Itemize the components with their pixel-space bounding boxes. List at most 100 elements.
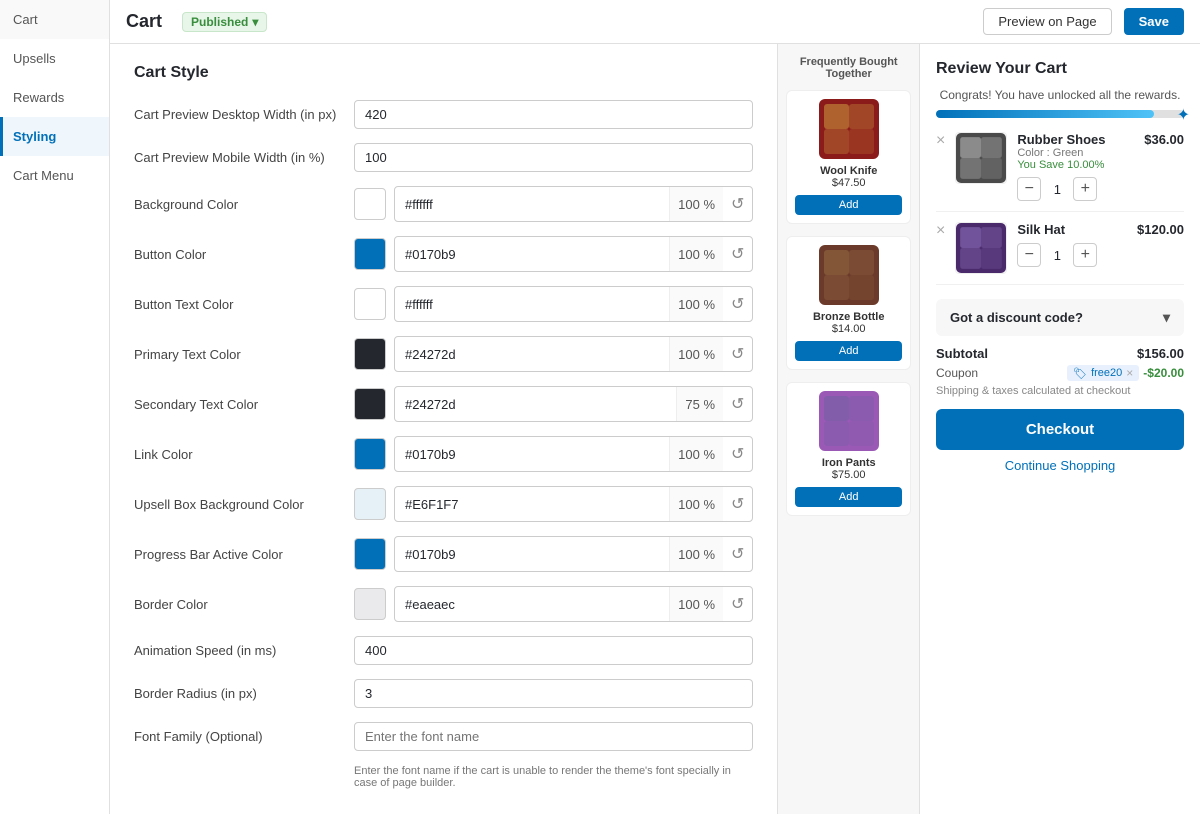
color-hex-progress-bar-color[interactable] <box>395 541 669 568</box>
color-swatch-button-color[interactable] <box>354 238 386 270</box>
sidebar: CartUpsellsRewardsStylingCart Menu <box>0 0 110 814</box>
sidebar-item-cart[interactable]: Cart <box>0 0 109 39</box>
color-pct-progress-bar-color: 100 % <box>669 537 723 571</box>
color-swatch-secondary-text-color[interactable] <box>354 388 386 420</box>
product-price: $47.50 <box>795 177 902 189</box>
field-input-desktop-width[interactable] <box>354 100 753 129</box>
qty-control: − 1 + <box>1017 177 1134 201</box>
color-reset-link-color[interactable]: ↺ <box>723 437 752 471</box>
add-to-cart-button[interactable]: Add <box>795 487 902 507</box>
continue-shopping-button[interactable]: Continue Shopping <box>936 458 1184 473</box>
add-to-cart-button[interactable]: Add <box>795 341 902 361</box>
color-pct-border-color: 100 % <box>669 587 723 621</box>
checkout-button[interactable]: Checkout <box>936 409 1184 450</box>
remove-coupon-button[interactable]: × <box>1126 366 1133 380</box>
cart-item-details: Rubber Shoes Color : Green You Save 10.0… <box>1017 132 1134 201</box>
qty-decrease-button[interactable]: − <box>1017 177 1041 201</box>
color-swatch-link-color[interactable] <box>354 438 386 470</box>
coupon-badge: 🏷 free20 × <box>1067 365 1139 381</box>
add-to-cart-button[interactable]: Add <box>795 195 902 215</box>
color-reset-secondary-text-color[interactable]: ↺ <box>723 387 752 421</box>
cart-item-details: Silk Hat − 1 + <box>1017 222 1127 267</box>
chevron-down-icon: ▾ <box>1163 309 1170 326</box>
color-pct-link-color: 100 % <box>669 437 723 471</box>
tag-icon: 🏷 <box>1073 367 1087 380</box>
color-reset-primary-text-color[interactable]: ↺ <box>723 337 752 371</box>
color-hex-upsell-box-color[interactable] <box>395 491 669 518</box>
color-hex-border-color[interactable] <box>395 591 669 618</box>
remove-item-button[interactable]: × <box>936 132 945 150</box>
qty-value: 1 <box>1047 182 1067 197</box>
cart-item-name: Rubber Shoes <box>1017 132 1134 147</box>
color-reset-progress-bar-color[interactable]: ↺ <box>723 537 752 571</box>
product-name: Iron Pants <box>795 457 902 469</box>
color-input-wrap-button-text-color: 100 % ↺ <box>394 286 753 322</box>
color-reset-background-color[interactable]: ↺ <box>723 187 752 221</box>
section-title: Cart Style <box>134 64 753 82</box>
color-pct-upsell-box-color: 100 % <box>669 487 723 521</box>
color-swatch-border-color[interactable] <box>354 588 386 620</box>
color-swatch-progress-bar-color[interactable] <box>354 538 386 570</box>
product-image <box>819 245 879 305</box>
preview-button[interactable]: Preview on Page <box>983 8 1111 35</box>
sidebar-item-upsells[interactable]: Upsells <box>0 39 109 78</box>
field-input-animation-speed[interactable] <box>354 636 753 665</box>
qty-increase-button[interactable]: + <box>1073 177 1097 201</box>
sidebar-item-cart-menu[interactable]: Cart Menu <box>0 156 109 195</box>
color-swatch-primary-text-color[interactable] <box>354 338 386 370</box>
color-label-progress-bar-color: Progress Bar Active Color <box>134 547 354 562</box>
cart-item-save: You Save 10.00% <box>1017 159 1134 171</box>
color-swatch-upsell-box-color[interactable] <box>354 488 386 520</box>
field-label-desktop-width: Cart Preview Desktop Width (in px) <box>134 107 354 122</box>
color-label-link-color: Link Color <box>134 447 354 462</box>
color-reset-border-color[interactable]: ↺ <box>723 587 752 621</box>
product-price: $14.00 <box>795 323 902 335</box>
preview-title: Frequently Bought Together <box>786 56 911 80</box>
discount-header[interactable]: Got a discount code? ▾ <box>950 309 1170 326</box>
sidebar-item-rewards[interactable]: Rewards <box>0 78 109 117</box>
congrats-text: Congrats! You have unlocked all the rewa… <box>936 88 1184 102</box>
color-swatch-button-text-color[interactable] <box>354 288 386 320</box>
color-row-progress-bar-color: Progress Bar Active Color 100 % ↺ <box>134 536 753 572</box>
preview-product-iron-pants: Iron Pants $75.00 Add <box>786 382 911 516</box>
color-row-link-color: Link Color 100 % ↺ <box>134 436 753 472</box>
color-reset-button-color[interactable]: ↺ <box>723 237 752 271</box>
sidebar-item-styling[interactable]: Styling <box>0 117 109 156</box>
color-hex-background-color[interactable] <box>395 191 669 218</box>
preview-product-bronze-bottle: Bronze Bottle $14.00 Add <box>786 236 911 370</box>
field-label-border-radius: Border Radius (in px) <box>134 686 354 701</box>
field-input-font-family[interactable] <box>354 722 753 751</box>
cart-panel: Review Your Cart Congrats! You have unlo… <box>920 44 1200 814</box>
cart-item-name: Silk Hat <box>1017 222 1127 237</box>
qty-increase-button[interactable]: + <box>1073 243 1097 267</box>
field-input-mobile-width[interactable] <box>354 143 753 172</box>
color-reset-button-text-color[interactable]: ↺ <box>723 287 752 321</box>
color-hex-primary-text-color[interactable] <box>395 341 669 368</box>
color-hex-link-color[interactable] <box>395 441 669 468</box>
color-input-wrap-primary-text-color: 100 % ↺ <box>394 336 753 372</box>
color-hex-secondary-text-color[interactable] <box>395 391 676 418</box>
color-hex-button-text-color[interactable] <box>395 291 669 318</box>
color-input-wrap-progress-bar-color: 100 % ↺ <box>394 536 753 572</box>
color-swatch-background-color[interactable] <box>354 188 386 220</box>
color-row-background-color: Background Color 100 % ↺ <box>134 186 753 222</box>
color-label-button-text-color: Button Text Color <box>134 297 354 312</box>
chevron-down-icon: ▾ <box>252 15 258 29</box>
field-input-border-radius[interactable] <box>354 679 753 708</box>
color-reset-upsell-box-color[interactable]: ↺ <box>723 487 752 521</box>
color-row-button-color: Button Color 100 % ↺ <box>134 236 753 272</box>
font-note: Enter the font name if the cart is unabl… <box>354 765 753 789</box>
cart-item-price: $36.00 <box>1144 132 1184 147</box>
color-input-wrap-upsell-box-color: 100 % ↺ <box>394 486 753 522</box>
qty-decrease-button[interactable]: − <box>1017 243 1041 267</box>
coupon-amount: -$20.00 <box>1143 366 1184 380</box>
color-input-wrap-button-color: 100 % ↺ <box>394 236 753 272</box>
field-row-font-family: Font Family (Optional) <box>134 722 753 751</box>
remove-item-button[interactable]: × <box>936 222 945 240</box>
coupon-code: free20 <box>1091 367 1122 379</box>
color-row-button-text-color: Button Text Color 100 % ↺ <box>134 286 753 322</box>
save-button[interactable]: Save <box>1124 8 1184 35</box>
color-input-wrap-border-color: 100 % ↺ <box>394 586 753 622</box>
published-label: Published <box>191 15 248 29</box>
color-hex-button-color[interactable] <box>395 241 669 268</box>
